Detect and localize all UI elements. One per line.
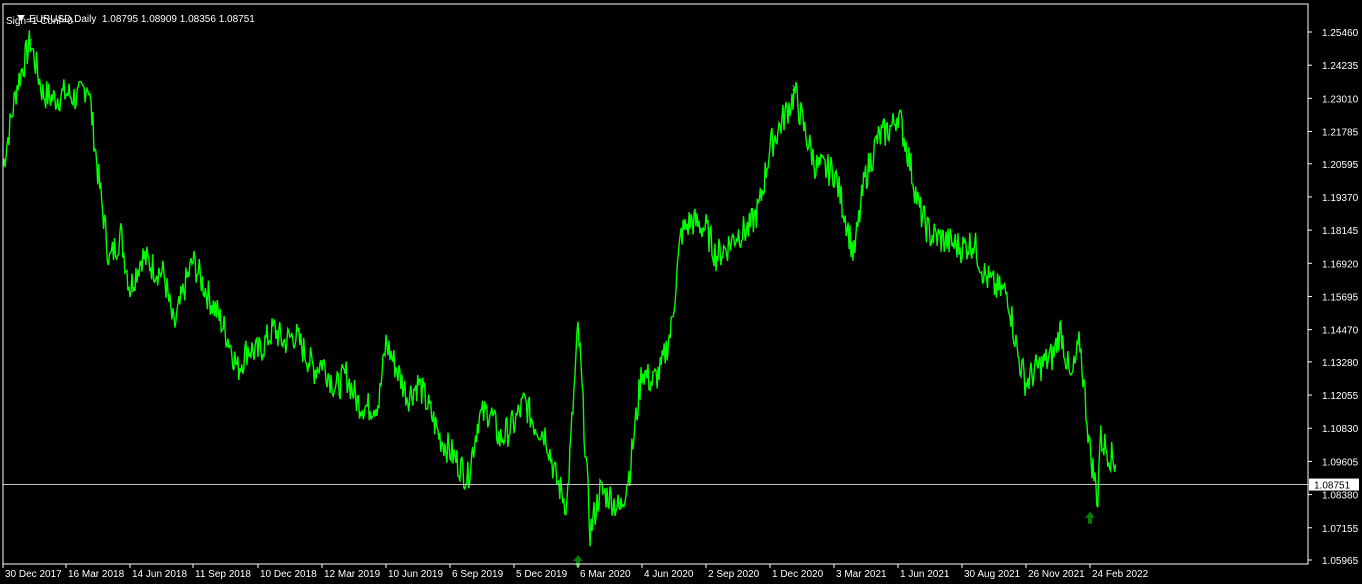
y-tick-label: 1.21785 [1322, 128, 1359, 139]
x-marker-icon: x [27, 36, 32, 47]
y-tick-label: 1.15695 [1322, 292, 1359, 303]
up-arrow-icon [1085, 511, 1095, 524]
x-tick-label: 10 Dec 2018 [260, 569, 317, 580]
x-tick-label: 11 Sep 2018 [195, 569, 251, 580]
up-arrow-shape [1085, 511, 1095, 524]
price-chart[interactable]: 1.08751 x x 1.25460 1.24235 1.23010 1.21785 1… [0, 0, 1362, 584]
y-tick-label: 1.25460 [1322, 28, 1359, 39]
y-tick-label: 1.10830 [1322, 424, 1359, 435]
x-tick-label: 10 Jun 2019 [388, 569, 443, 580]
x-tick-label: 3 Mar 2021 [836, 569, 887, 580]
x-tick-label: 6 Mar 2020 [580, 569, 631, 580]
x-tick-label: 16 Mar 2018 [68, 569, 125, 580]
x-tick-label: 4 Jun 2020 [644, 569, 694, 580]
y-tick-label: 1.16920 [1322, 259, 1359, 270]
x-tick-label: 14 Jun 2018 [132, 569, 187, 580]
indicator-status: Sign=1 Conf=0 [6, 16, 73, 27]
plot-frame [2, 3, 1309, 565]
y-tick-label: 1.19370 [1322, 193, 1359, 204]
x-marker-icon: x [792, 83, 797, 94]
y-tick-label: 1.13280 [1322, 358, 1359, 369]
x-tick-label: 5 Dec 2019 [516, 569, 568, 580]
y-tick-label: 1.05965 [1322, 556, 1359, 567]
y-tick-label: 1.18145 [1322, 226, 1359, 237]
y-tick-label: 1.09605 [1322, 457, 1359, 468]
x-tick-label: 1 Dec 2020 [772, 569, 824, 580]
price-line [2, 30, 1117, 547]
x-tick-label: 24 Feb 2022 [1092, 569, 1149, 580]
x-tick-label: 1 Jun 2021 [900, 569, 950, 580]
y-tick-label: 1.23010 [1322, 94, 1359, 105]
x-tick-label: 6 Sep 2019 [452, 569, 504, 580]
chart-window[interactable]: 1.08751 x x 1.25460 1.24235 1.23010 1.21785 1… [0, 0, 1362, 584]
y-tick-label: 1.08380 [1322, 491, 1359, 502]
x-tick-label: 12 Mar 2019 [324, 569, 381, 580]
x-tick-label: 2 Sep 2020 [708, 569, 760, 580]
current-price-layer: 1.08751 [3, 478, 1359, 492]
y-tick-label: 1.12055 [1322, 391, 1359, 402]
ohlc-values: 1.08795 1.08909 1.08356 1.08751 [101, 14, 255, 25]
x-tick-label: 30 Aug 2021 [964, 569, 1021, 580]
y-tick-label: 1.24235 [1322, 61, 1359, 72]
y-tick-label: 1.07155 [1322, 524, 1359, 535]
x-tick-label: 26 Nov 2021 [1028, 569, 1085, 580]
price-series-layer [2, 30, 1117, 547]
y-tick-label: 1.20595 [1322, 160, 1359, 171]
y-tick-label: 1.14470 [1322, 326, 1359, 337]
x-tick-label: 30 Dec 2017 [5, 569, 62, 580]
